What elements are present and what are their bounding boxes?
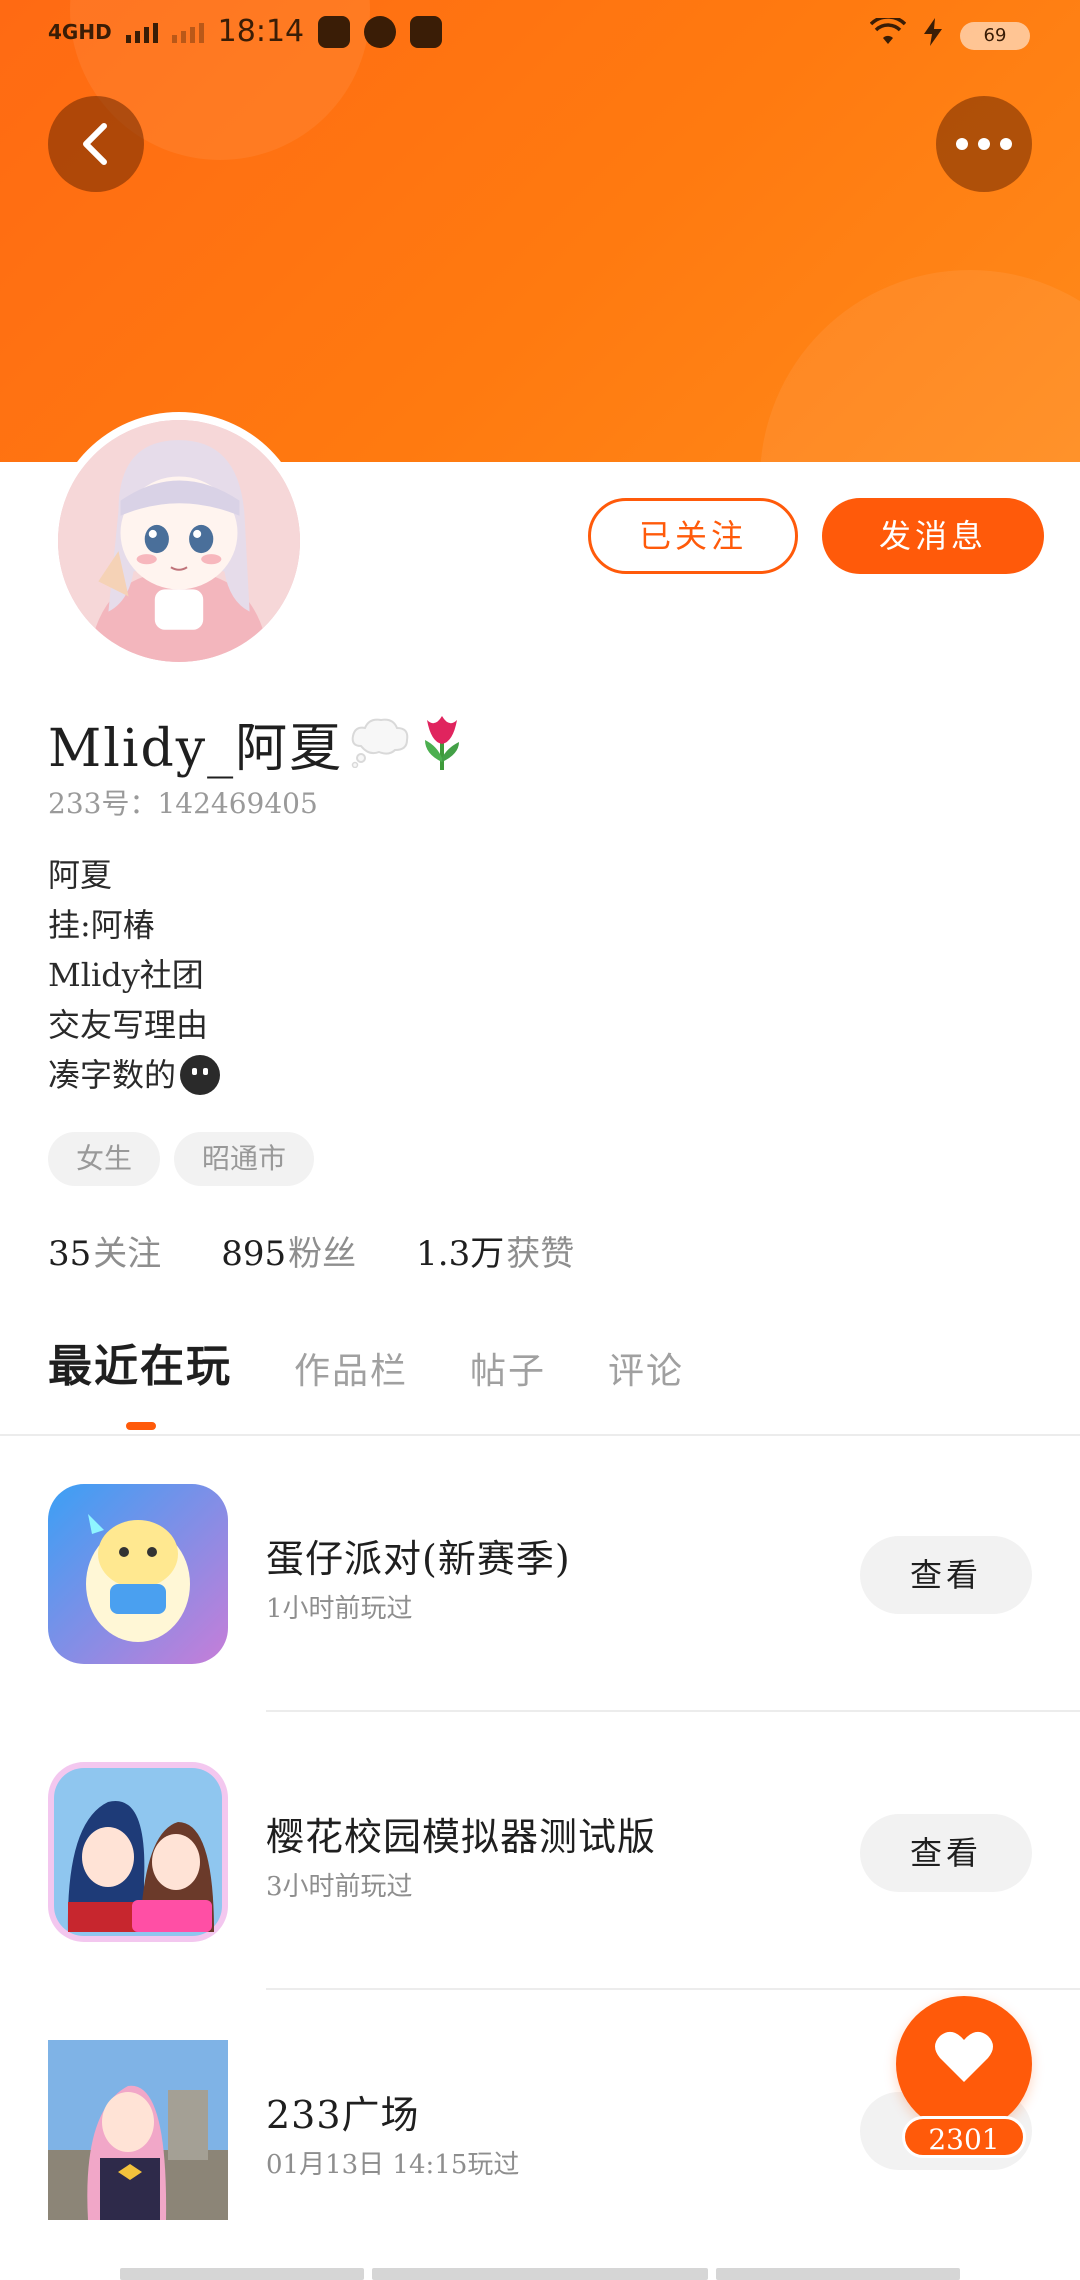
stat-value: 1.3万 [416, 1234, 505, 1274]
app-notification-icon-2 [364, 15, 397, 48]
heart-icon [935, 2031, 993, 2082]
username: Mlidy_阿夏 [48, 719, 344, 779]
view-button[interactable]: 查看 [860, 1536, 1032, 1614]
tab-works[interactable]: 作品栏 [294, 1342, 408, 1394]
bio: 阿夏 挂:阿椿 Mlidy社团 交友写理由 凑字数的 [48, 850, 221, 1100]
user-id: 233号：142469405 [48, 782, 318, 822]
followed-button[interactable]: 已关注 [588, 498, 798, 574]
more-dots-icon [956, 138, 1012, 150]
thought-bubble-icon [349, 716, 411, 772]
location-tag: 昭通市 [174, 1132, 315, 1186]
back-button[interactable] [48, 96, 144, 192]
bio-line: Mlidy社团 [48, 950, 220, 1000]
divider [266, 1710, 1080, 1712]
clock: 18:14 [217, 14, 305, 49]
gender-tag: 女生 [48, 1132, 161, 1186]
wifi-icon [869, 15, 907, 53]
bio-line: 凑字数的 [48, 1050, 221, 1100]
list-item[interactable]: 蛋仔派对(新赛季) 1小时前玩过 查看 [0, 1484, 1080, 1664]
profile-tags: 女生 昭通市 [48, 1132, 315, 1186]
game-icon-eggy-party [48, 1484, 228, 1664]
game-name: 233广场 [266, 2093, 420, 2137]
bio-text: Mlidy社团 [48, 956, 204, 994]
bio-text: 阿夏 [48, 856, 113, 894]
signal-secondary-icon [171, 21, 204, 43]
tab-recently-played[interactable]: 最近在玩 [48, 1330, 232, 1394]
following-stat[interactable]: 35关注 [48, 1226, 161, 1275]
more-options-button[interactable] [936, 96, 1032, 192]
stat-value: 35 [48, 1234, 92, 1274]
profile-tabs: 最近在玩 作品栏 帖子 评论 [48, 1330, 684, 1394]
list-item[interactable]: 樱花校园模拟器测试版 3小时前玩过 查看 [0, 1762, 1080, 1942]
game-icon-233-plaza [48, 2040, 228, 2220]
game-name: 樱花校园模拟器测试版 [266, 1815, 657, 1859]
last-played-time: 3小时前玩过 [266, 1872, 413, 1902]
bio-line: 交友写理由 [48, 1000, 220, 1050]
like-button[interactable] [896, 1996, 1032, 2132]
avatar[interactable] [50, 412, 308, 670]
username-row: Mlidy_阿夏 [48, 706, 467, 781]
view-button[interactable]: 查看 [860, 1814, 1032, 1892]
tab-posts[interactable]: 帖子 [470, 1342, 546, 1394]
profile-page: 4GHD 18:14 69 已关注 发消息 Mlidy_阿夏 233号：1424… [0, 0, 1080, 2280]
bio-line: 挂:阿椿 [48, 900, 220, 950]
profile-stats: 35关注 895粉丝 1.3万获赞 [48, 1226, 574, 1275]
bio-line: 阿夏 [48, 850, 220, 900]
signal-icon [125, 21, 158, 43]
smiley-icon [180, 1055, 221, 1095]
tab-comments[interactable]: 评论 [608, 1342, 684, 1394]
stat-value: 895 [221, 1234, 287, 1274]
last-played-time: 01月13日 14:15玩过 [266, 2150, 520, 2180]
bio-text: 交友写理由 [48, 1006, 209, 1044]
avatar-image [58, 420, 300, 662]
battery-icon: 69 [960, 21, 1030, 50]
active-tab-indicator [126, 1422, 156, 1430]
stat-label: 获赞 [506, 1234, 575, 1274]
user-id-value: 142469405 [157, 787, 318, 820]
like-count: 2301 [902, 2116, 1026, 2158]
followers-stat[interactable]: 895粉丝 [221, 1226, 356, 1275]
video-app-icon [410, 15, 443, 48]
game-icon-sakura-school [48, 1762, 228, 1942]
tulip-icon [417, 712, 467, 776]
likes-stat: 1.3万获赞 [416, 1226, 574, 1275]
stat-label: 关注 [93, 1234, 162, 1274]
last-played-time: 1小时前玩过 [266, 1594, 413, 1624]
bio-text: 凑字数的 [48, 1056, 177, 1094]
user-id-label: 233号： [48, 787, 158, 820]
network-type-label: 4GHD [48, 19, 112, 44]
send-message-button[interactable]: 发消息 [822, 498, 1044, 574]
app-notification-icon [318, 15, 351, 48]
charging-icon [924, 18, 942, 53]
status-bar: 4GHD 18:14 69 [0, 0, 1080, 70]
game-name: 蛋仔派对(新赛季) [266, 1537, 571, 1581]
stat-label: 粉丝 [288, 1234, 357, 1274]
divider [266, 1988, 1080, 1990]
scroll-indicator [120, 2268, 960, 2280]
divider [0, 1434, 1080, 1436]
bio-text: 挂:阿椿 [48, 906, 155, 944]
chevron-left-icon [83, 123, 107, 165]
